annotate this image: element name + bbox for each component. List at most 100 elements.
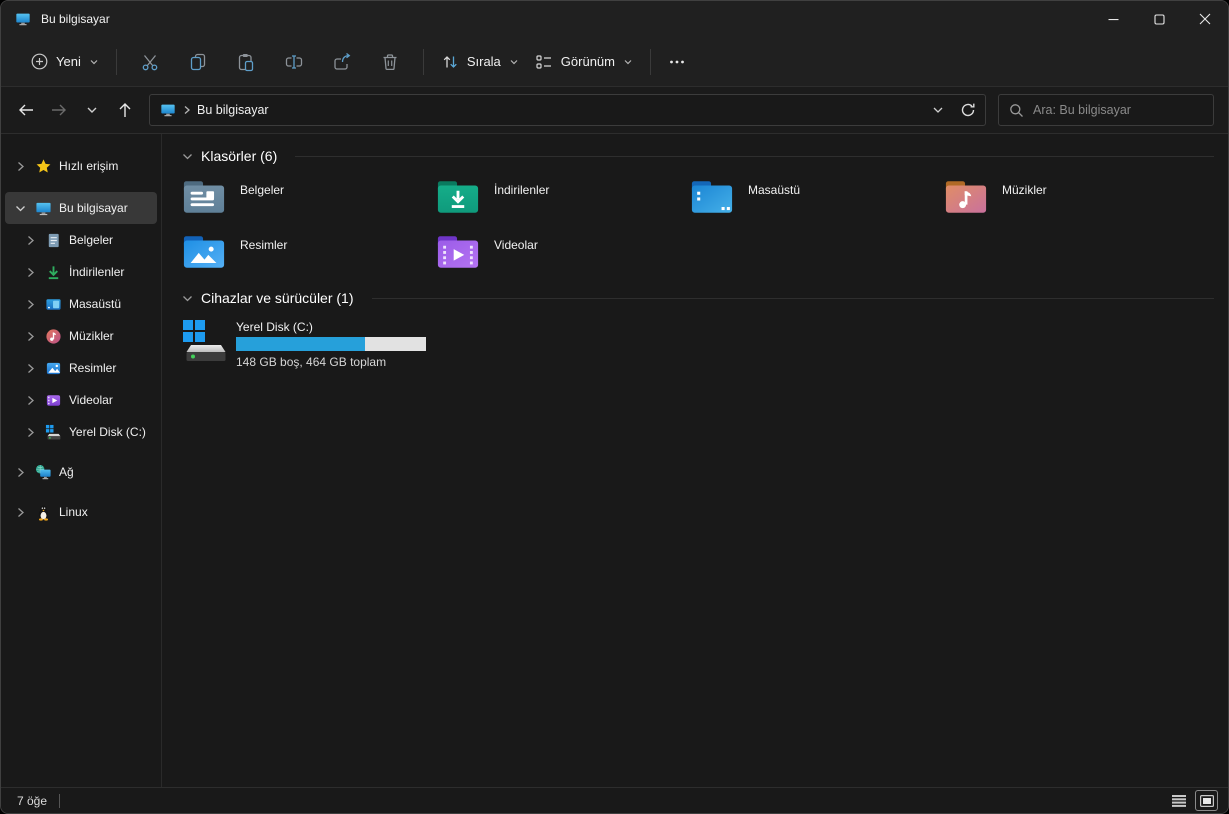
sidebar-item-label: Müzikler [69, 329, 114, 343]
sidebar-item-label: Bu bilgisayar [59, 201, 128, 215]
toolbar-separator [650, 48, 651, 75]
sidebar-item-network[interactable]: Ağ [5, 456, 157, 488]
folder-tile-desktop[interactable]: Masaüstü [690, 178, 944, 215]
devices-section-header[interactable]: Cihazlar ve sürücüler (1) [182, 288, 1214, 308]
status-bar: 7 öğe [1, 787, 1228, 813]
chevron-down-icon[interactable] [13, 204, 27, 213]
sidebar-item-downloads[interactable]: İndirilenler [5, 256, 157, 288]
forward-button[interactable] [42, 94, 75, 127]
sidebar-item-label: Hızlı erişim [59, 159, 119, 173]
chevron-right-icon[interactable] [13, 507, 27, 518]
linux-penguin-icon [34, 503, 52, 521]
sidebar-item-videos[interactable]: Videolar [5, 384, 157, 416]
music-folder-icon [944, 178, 988, 215]
folder-tile-videos[interactable]: Videolar [436, 233, 690, 270]
drive-usage-bar [236, 337, 426, 351]
paste-icon [238, 53, 253, 71]
chevron-right-icon[interactable] [23, 267, 37, 278]
address-row: Bu bilgisayar [1, 87, 1228, 134]
drive-label: Yerel Disk (C:) [236, 320, 313, 334]
item-count: 7 öğe [17, 793, 48, 808]
sidebar-item-label: İndirilenler [69, 265, 125, 279]
rename-button[interactable] [270, 45, 318, 79]
plus-circle-icon [31, 53, 48, 70]
sidebar-item-documents[interactable]: Belgeler [5, 224, 157, 256]
folder-tile-music[interactable]: Müzikler [944, 178, 1198, 215]
close-button[interactable] [1182, 1, 1228, 37]
breadcrumb-chevron-icon [183, 105, 191, 115]
folders-section-header[interactable]: Klasörler (6) [182, 146, 1214, 166]
search-icon [1009, 103, 1024, 118]
drive-usage-fill [236, 337, 366, 351]
folder-label: Resimler [240, 238, 288, 252]
more-options-icon [670, 60, 684, 63]
folder-tile-pictures[interactable]: Resimler [182, 233, 436, 270]
chevron-right-icon[interactable] [23, 363, 37, 374]
view-button[interactable]: Görünüm [527, 47, 641, 77]
minimize-button[interactable] [1090, 1, 1136, 37]
sidebar-item-label: Ağ [59, 465, 74, 479]
rename-icon [285, 54, 302, 69]
large-icons-view-button[interactable] [1195, 790, 1218, 811]
new-button[interactable]: Yeni [23, 47, 107, 76]
chevron-right-icon[interactable] [23, 331, 37, 342]
document-icon [44, 231, 62, 249]
sidebar-item-label: Linux [59, 505, 88, 519]
back-button[interactable] [9, 94, 42, 127]
view-button-label: Görünüm [560, 54, 615, 69]
chevron-right-icon[interactable] [23, 299, 37, 310]
chevron-right-icon[interactable] [13, 467, 27, 478]
toolbar-separator [422, 48, 424, 75]
pictures-folder-icon [182, 233, 226, 270]
details-view-button[interactable] [1167, 790, 1190, 811]
sort-button[interactable]: Sırala [433, 47, 527, 77]
folder-tile-documents[interactable]: Belgeler [182, 178, 436, 215]
chevron-right-icon[interactable] [23, 395, 37, 406]
downloads-folder-icon [436, 178, 480, 215]
chevron-down-icon [183, 295, 192, 301]
address-dropdown-button[interactable] [923, 96, 953, 124]
windows-drive-icon [182, 318, 228, 364]
file-list-pane: Klasörler (6) Belgeler İndirilenler Masa… [162, 134, 1228, 787]
search-box[interactable] [998, 94, 1214, 126]
view-icon [535, 53, 553, 71]
sidebar-item-linux[interactable]: Linux [5, 496, 157, 528]
share-button[interactable] [318, 45, 366, 79]
details-view-icon [1171, 794, 1186, 807]
sidebar-item-desktop[interactable]: Masaüstü [5, 288, 157, 320]
sidebar-item-local-disk-c[interactable]: Yerel Disk (C:) [5, 416, 157, 448]
more-options-button[interactable] [660, 45, 694, 79]
share-icon [334, 52, 351, 70]
chevron-right-icon[interactable] [23, 235, 37, 246]
sidebar-item-pictures[interactable]: Resimler [5, 352, 157, 384]
star-icon [34, 157, 52, 175]
delete-button[interactable] [366, 45, 414, 79]
folder-label: Masaüstü [748, 183, 801, 197]
documents-folder-icon [182, 178, 226, 215]
breadcrumb-item[interactable]: Bu bilgisayar [197, 103, 269, 117]
drive-tile-local-disk-c[interactable]: Yerel Disk (C:) 148 GB boş, 464 GB topla… [182, 318, 1214, 369]
music-icon [44, 327, 62, 345]
copy-button[interactable] [174, 45, 222, 79]
chevron-right-icon[interactable] [23, 427, 37, 438]
address-bar[interactable]: Bu bilgisayar [149, 94, 986, 126]
sidebar-item-label: Resimler [69, 361, 117, 375]
maximize-button[interactable] [1136, 1, 1182, 37]
paste-button[interactable] [222, 45, 270, 79]
folder-label: Müzikler [1002, 183, 1047, 197]
chevron-right-icon[interactable] [13, 161, 27, 172]
devices-section-title: Cihazlar ve sürücüler (1) [201, 290, 354, 306]
delete-icon [383, 53, 397, 70]
sidebar-item-quick-access[interactable]: Hızlı erişim [5, 150, 157, 182]
refresh-button[interactable] [953, 96, 983, 124]
search-input[interactable] [1033, 103, 1203, 117]
sidebar-item-this-pc[interactable]: Bu bilgisayar [5, 192, 157, 224]
up-button[interactable] [108, 94, 141, 127]
recent-locations-button[interactable] [75, 94, 108, 127]
sidebar-item-music[interactable]: Müzikler [5, 320, 157, 352]
cut-button[interactable] [126, 45, 174, 79]
drive-capacity-text: 148 GB boş, 464 GB toplam [236, 355, 387, 369]
toolbar-separator [115, 48, 117, 75]
folder-tile-downloads[interactable]: İndirilenler [436, 178, 690, 215]
sidebar-item-label: Videolar [69, 393, 113, 407]
